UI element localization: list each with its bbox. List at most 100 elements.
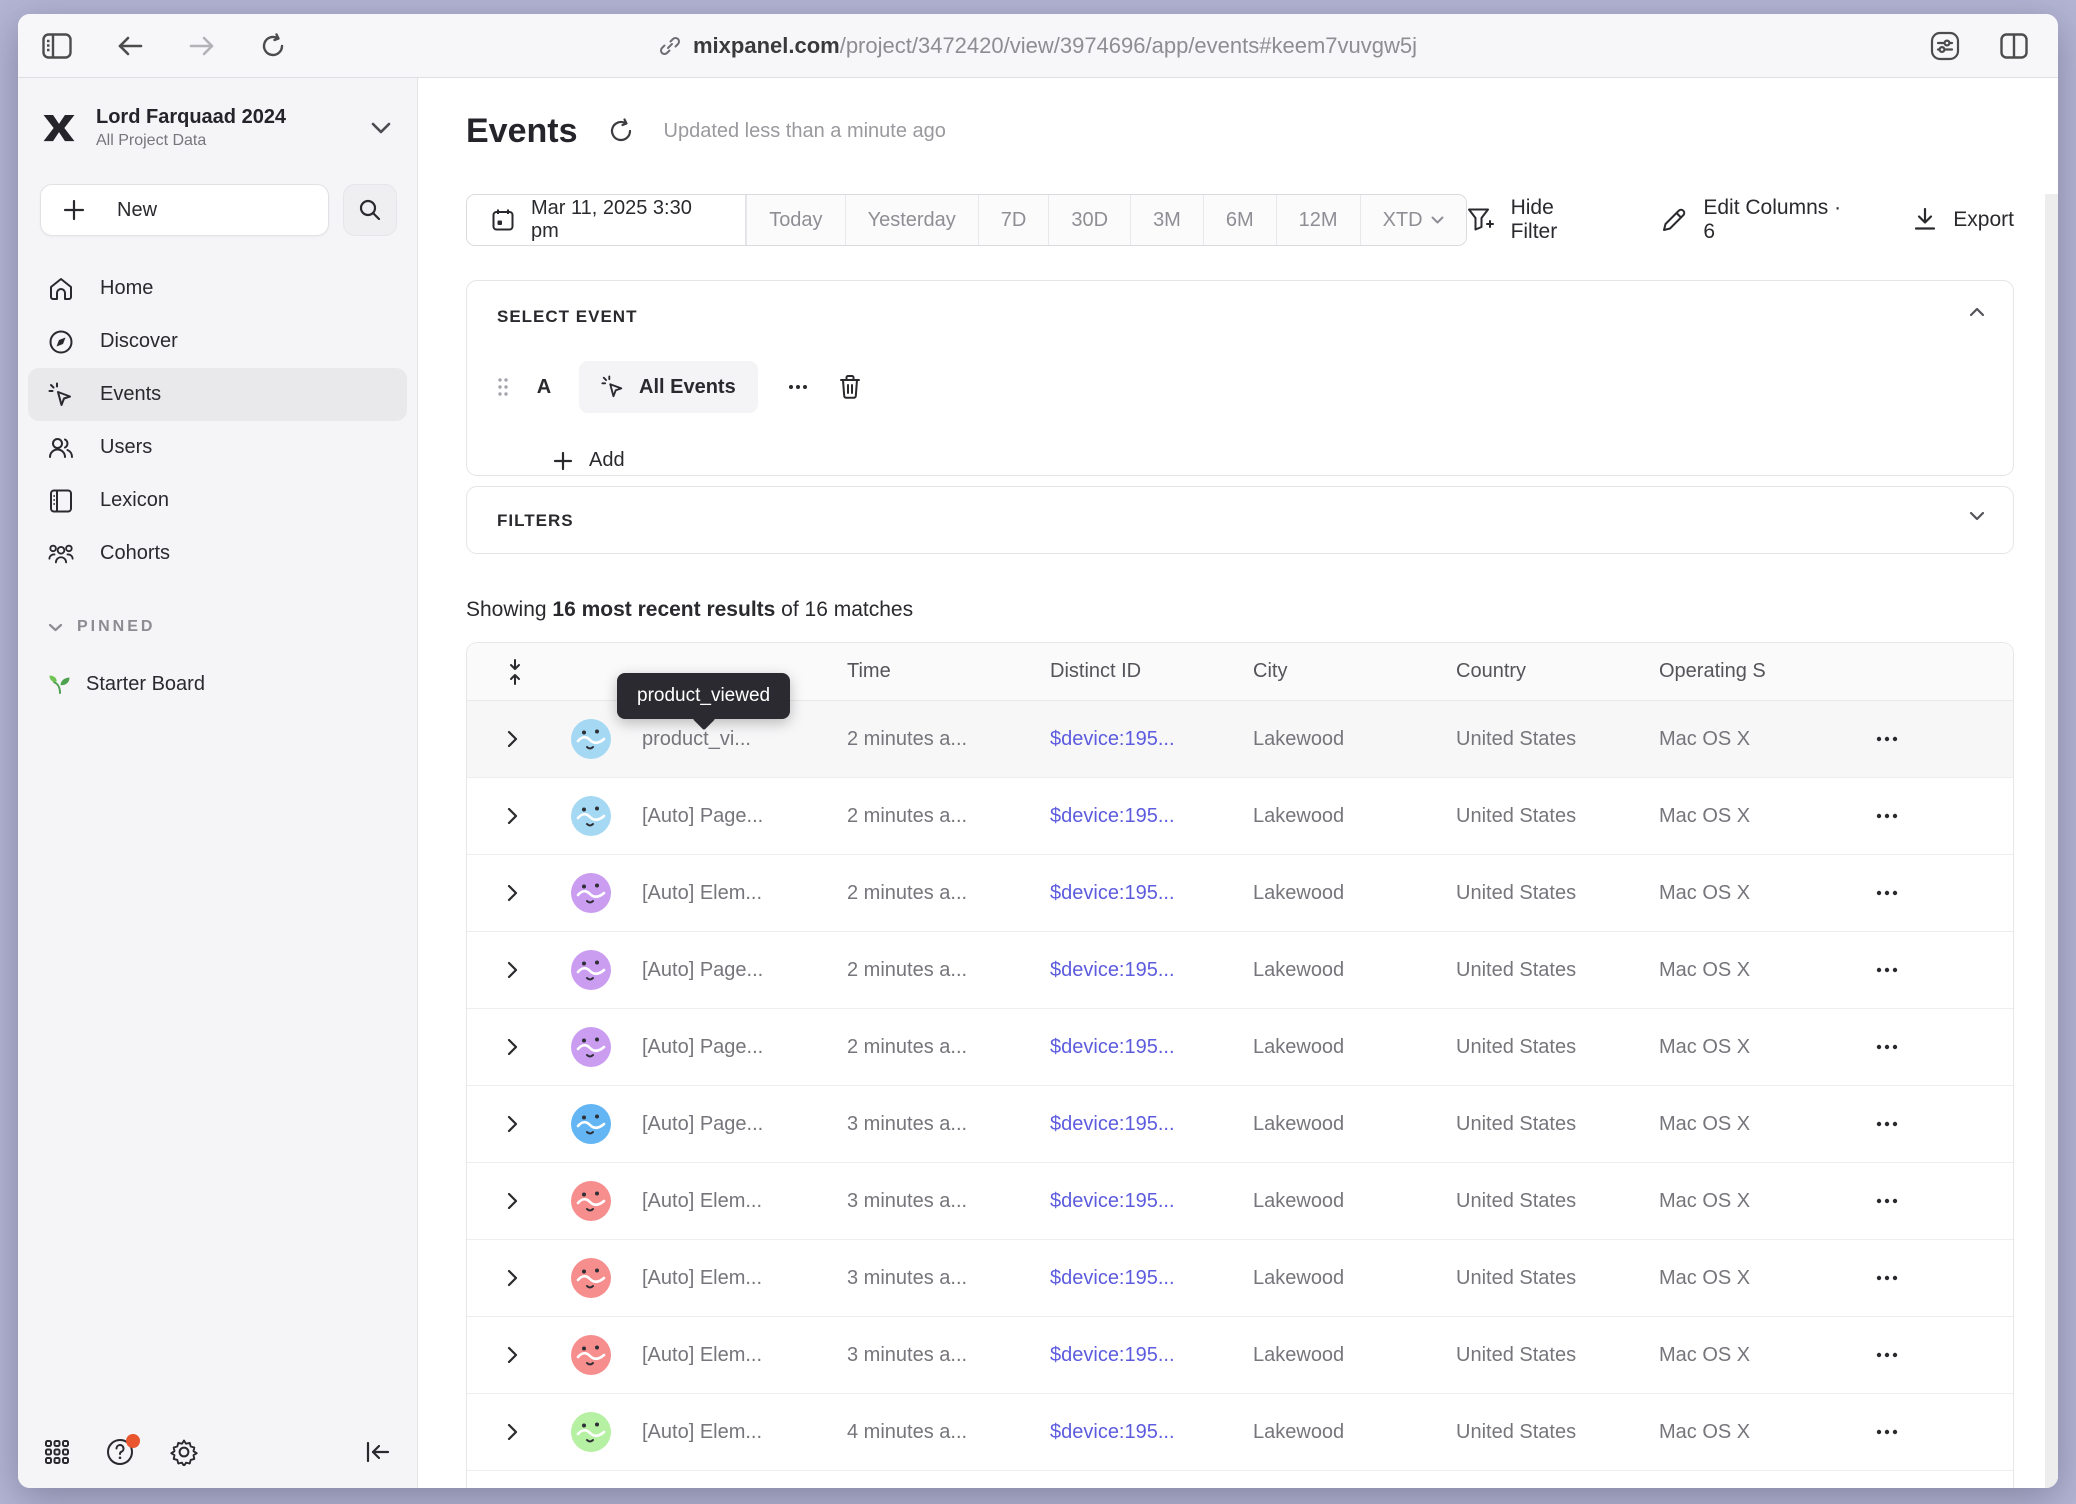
distinct-id-link[interactable]: $device:195... [1050,1190,1175,1213]
vertical-scrollbar[interactable] [2045,194,2058,1488]
download-icon [1913,207,1937,233]
sidebar-item-discover[interactable]: Discover [28,315,407,368]
collapse-sidebar-icon[interactable] [365,1441,391,1463]
sidebar-item-lexicon[interactable]: Lexicon [28,474,407,527]
distinct-id-link[interactable]: $device:195... [1050,959,1175,982]
range-3m[interactable]: 3M [1130,195,1203,245]
gear-icon[interactable] [170,1438,198,1466]
url-bar[interactable]: mixpanel.com/project/3472420/view/397469… [659,33,1417,59]
row-menu-icon[interactable] [1875,813,1899,819]
refresh-icon[interactable] [608,118,634,144]
range-12m[interactable]: 12M [1276,195,1360,245]
distinct-id-link[interactable]: $device:195... [1050,1036,1175,1059]
row-menu-icon[interactable] [1875,736,1899,742]
expand-row-icon[interactable] [507,730,518,748]
distinct-id-link[interactable]: $device:195... [1050,1421,1175,1444]
row-menu-icon[interactable] [1875,967,1899,973]
project-description: All Project Data [96,132,353,150]
distinct-id-link[interactable]: $device:195... [1050,1113,1175,1136]
expand-row-icon[interactable] [507,1423,518,1441]
event-country: United States [1456,805,1659,828]
sidebar-item-users[interactable]: Users [28,421,407,474]
distinct-id-link[interactable]: $device:195... [1050,728,1175,751]
collapse-rows-icon[interactable] [507,659,523,685]
row-menu-icon[interactable] [1875,890,1899,896]
row-menu-icon[interactable] [1875,1429,1899,1435]
event-name[interactable]: [Auto] Page... [627,959,847,982]
pinned-section-toggle[interactable]: PINNED [48,618,417,636]
distinct-id-link[interactable]: $device:195... [1050,882,1175,905]
trash-icon[interactable] [838,374,862,400]
column-header-time[interactable]: Time [847,660,1050,683]
distinct-id-link[interactable]: $device:195... [1050,1267,1175,1290]
new-button[interactable]: New [40,184,329,236]
expand-row-icon[interactable] [507,884,518,902]
range-6m[interactable]: 6M [1203,195,1276,245]
forward-icon[interactable] [188,34,216,58]
row-menu-icon[interactable] [1875,1352,1899,1358]
date-picker[interactable]: Mar 11, 2025 3:30 pm [467,195,746,245]
event-name[interactable]: [Auto] Elem... [627,1421,847,1444]
reload-icon[interactable] [260,33,286,59]
row-menu-icon[interactable] [1875,1121,1899,1127]
column-header-country[interactable]: Country [1456,660,1659,683]
range-30d[interactable]: 30D [1048,195,1130,245]
sidebar-item-events[interactable]: Events [28,368,407,421]
event-name[interactable]: [Auto] Elem... [627,1267,847,1290]
event-name[interactable]: product_vi... [627,728,847,751]
event-city: Lakewood [1253,1344,1456,1367]
more-options-icon[interactable] [784,384,812,390]
event-name[interactable]: [Auto] Elem... [627,1190,847,1213]
event-name[interactable]: [Auto] Page... [627,1113,847,1136]
distinct-id-link[interactable]: $device:195... [1050,805,1175,828]
distinct-id-link[interactable]: $device:195... [1050,1344,1175,1367]
edit-columns-button[interactable]: Edit Columns · 6 [1661,196,1857,244]
export-button[interactable]: Export [1913,207,2014,233]
range-today[interactable]: Today [746,195,844,245]
updated-status: Updated less than a minute ago [664,120,946,143]
chevron-up-icon[interactable] [1969,307,1985,317]
split-view-icon[interactable] [2000,33,2028,59]
sidebar-item-home[interactable]: Home [28,262,407,315]
search-icon [358,198,382,222]
event-time: 2 minutes a... [847,882,1050,905]
search-button[interactable] [343,184,397,236]
apps-grid-icon[interactable] [44,1439,70,1465]
range-yesterday[interactable]: Yesterday [845,195,978,245]
sidebar-item-cohorts[interactable]: Cohorts [28,527,407,580]
expand-row-icon[interactable] [507,1192,518,1210]
expand-row-icon[interactable] [507,1346,518,1364]
chevron-down-icon[interactable] [1969,511,1985,521]
row-menu-icon[interactable] [1875,1198,1899,1204]
sidebar-toggle-icon[interactable] [42,33,72,59]
row-menu-icon[interactable] [1875,1275,1899,1281]
expand-row-icon[interactable] [507,1038,518,1056]
event-name[interactable]: [Auto] Elem... [627,1344,847,1367]
all-events-chip[interactable]: All Events [579,361,758,413]
column-header-distinct-id[interactable]: Distinct ID [1050,660,1253,683]
back-icon[interactable] [116,34,144,58]
event-name[interactable]: [Auto] Elem... [627,882,847,905]
event-name[interactable]: [Auto] Page... [627,1036,847,1059]
events-cursor-icon [601,375,625,399]
drag-handle-icon[interactable] [497,377,509,397]
sidebar-item-label: Users [100,436,152,459]
expand-row-icon[interactable] [507,1115,518,1133]
hide-filter-button[interactable]: Hide Filter [1467,196,1606,244]
sidebar-item-starter-board[interactable]: Starter Board [48,672,417,696]
project-switcher[interactable]: Lord Farquaad 2024 All Project Data [18,78,417,150]
range-7d[interactable]: 7D [978,195,1049,245]
event-name[interactable]: [Auto] Page... [627,805,847,828]
event-avatar [571,1181,611,1221]
expand-row-icon[interactable] [507,961,518,979]
customize-icon[interactable] [1930,31,1960,61]
column-header-os[interactable]: Operating S [1659,660,1847,683]
row-menu-icon[interactable] [1875,1044,1899,1050]
event-os: Mac OS X [1659,959,1847,982]
help-icon[interactable] [106,1438,134,1466]
expand-row-icon[interactable] [507,807,518,825]
expand-row-icon[interactable] [507,1269,518,1287]
column-header-city[interactable]: City [1253,660,1456,683]
range-xtd[interactable]: XTD [1360,195,1466,245]
add-event-button[interactable]: Add [553,449,1983,472]
